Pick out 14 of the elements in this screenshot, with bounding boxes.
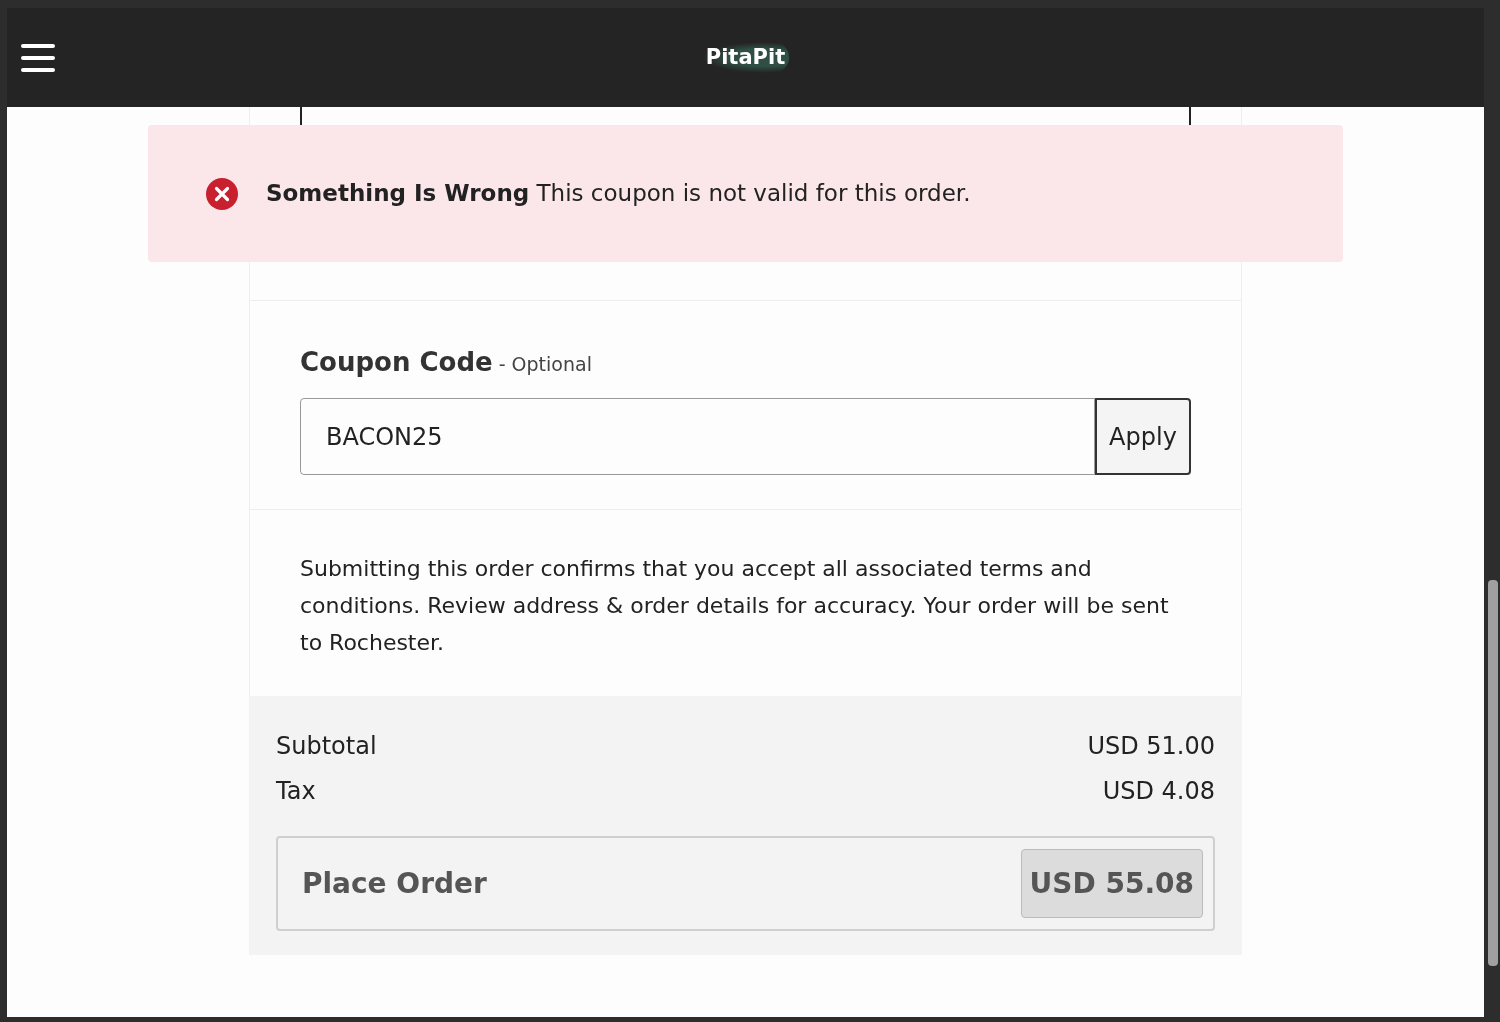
error-icon xyxy=(206,177,238,210)
alert-message: Something Is Wrong This coupon is not valid for this order. xyxy=(266,179,971,209)
total-value: USD 4.08 xyxy=(1102,776,1215,807)
terms-text: Submitting this order confirms that you accept all associated terms and conditions. Review address & order details for accuracy. Your order will be sent to Rochester. xyxy=(300,555,1170,657)
total-label: Tax xyxy=(276,776,316,807)
order-total: USD 55.08 xyxy=(1020,849,1203,918)
menu-icon[interactable] xyxy=(21,42,55,73)
optional-note: - Optional xyxy=(498,352,592,377)
apply-button[interactable]: Apply xyxy=(1095,398,1191,475)
total-label: Subtotal xyxy=(276,731,377,762)
coupon-label: Coupon Code xyxy=(300,346,493,379)
total-value: USD 51.00 xyxy=(1087,731,1215,762)
coupon-input[interactable]: BACON25 xyxy=(300,398,1095,475)
place-order-label: Place Order xyxy=(302,865,487,902)
